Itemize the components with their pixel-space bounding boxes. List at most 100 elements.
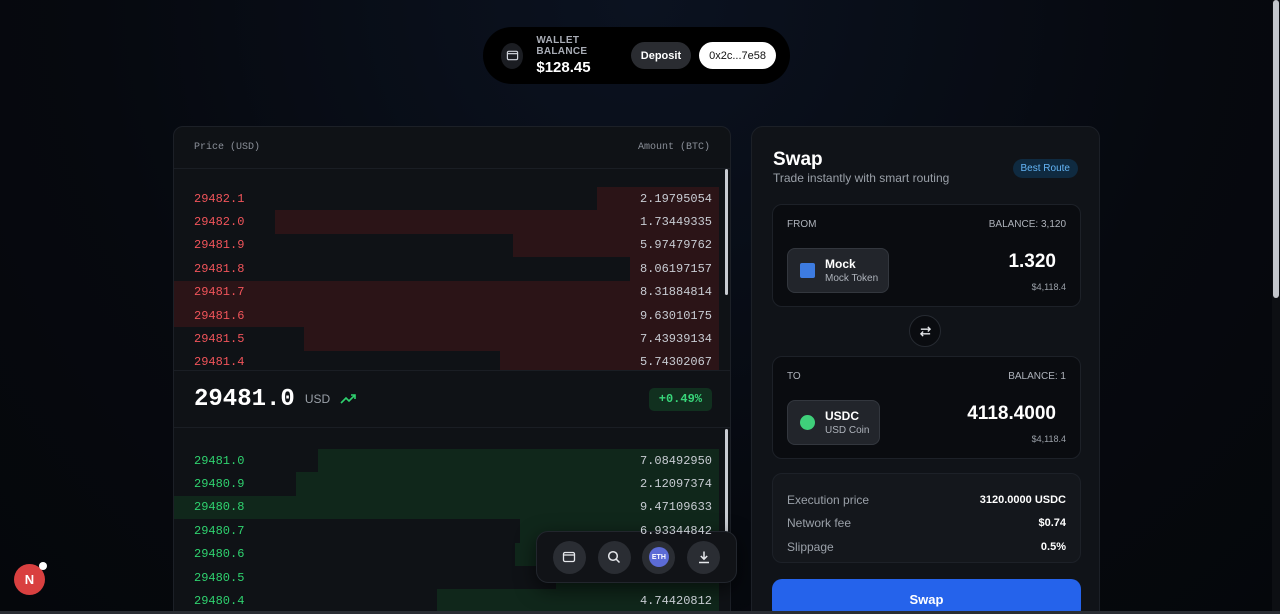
swap-details: Execution price 3120.0000 USDC Network f… xyxy=(772,473,1081,563)
bids-price: 29480.7 xyxy=(194,523,245,538)
asks-amount: 7.43939134 xyxy=(639,332,712,347)
bids-row[interactable]: 29480.8 9.47109633 xyxy=(174,495,730,520)
mid-price: 29481.0 xyxy=(194,385,295,413)
page-scrollbar-thumb[interactable] xyxy=(1273,0,1279,298)
to-token-symbol: USDC xyxy=(825,409,860,423)
from-label: FROM xyxy=(787,219,817,230)
asks-list[interactable]: 29482.1 2.19795054 29482.0 1.73449335 29481.… xyxy=(174,187,730,370)
bids-amount: 7.08492950 xyxy=(639,453,712,468)
to-token-name: USD Coin xyxy=(825,425,870,436)
from-amount-input[interactable]: 1.320 xyxy=(1008,251,1056,273)
bids-row[interactable]: 29481.0 7.08492950 xyxy=(174,449,730,473)
asks-price: 29482.0 xyxy=(194,215,245,230)
bids-amount: 2.12097374 xyxy=(639,477,712,492)
orderbook-header: Price (USD) Amount (BTC) xyxy=(174,127,730,169)
bids-price: 29480.5 xyxy=(194,570,245,585)
floating-dock: ETH xyxy=(536,531,737,583)
asks-amount: 5.97479762 xyxy=(639,238,712,253)
bids-amount: 6.93344842 xyxy=(639,523,712,538)
to-balance: BALANCE: 1 xyxy=(1008,371,1066,382)
notification-dot xyxy=(39,562,47,570)
to-usd-value: $4,118.4 xyxy=(1031,434,1066,444)
wallet-bar: WALLET BALANCE $128.45 Deposit 0x2c...7e… xyxy=(483,27,790,84)
wallet-icon[interactable] xyxy=(552,540,586,574)
detail-value: 0.5% xyxy=(1040,540,1066,553)
eth-badge: ETH xyxy=(648,547,669,567)
bids-price: 29480.9 xyxy=(194,477,245,492)
download-icon[interactable] xyxy=(687,540,721,574)
asks-price: 29481.6 xyxy=(194,308,245,323)
from-balance: BALANCE: 3,120 xyxy=(988,219,1066,230)
arrows-swap-icon xyxy=(919,325,931,337)
detail-row-execution-price: Execution price 3120.0000 USDC xyxy=(787,488,1066,512)
asks-price: 29481.7 xyxy=(194,285,245,300)
asks-amount: 9.63010175 xyxy=(639,308,712,323)
bids-row[interactable]: 29480.9 2.12097374 xyxy=(174,472,730,496)
wallet-balance: WALLET BALANCE $128.45 xyxy=(536,35,619,76)
swap-title: Swap xyxy=(773,149,823,170)
asks-row[interactable]: 29481.8 8.06197157 xyxy=(174,257,730,281)
search-icon[interactable] xyxy=(597,540,631,574)
detail-value: $0.74 xyxy=(1038,517,1066,530)
asks-row[interactable]: 29482.1 2.19795054 xyxy=(174,187,730,211)
asks-row[interactable]: 29481.7 8.31884814 xyxy=(174,280,730,304)
asks-row[interactable]: 29481.9 5.97479762 xyxy=(174,233,730,258)
bids-price: 29480.6 xyxy=(194,547,245,562)
wallet-address-button[interactable]: 0x2c...7e58 xyxy=(699,42,776,69)
asks-price: 29482.1 xyxy=(194,191,245,206)
wallet-balance-label: WALLET BALANCE xyxy=(536,35,588,57)
asks-row[interactable]: 29481.6 9.63010175 xyxy=(174,303,730,328)
to-label: TO xyxy=(787,371,801,382)
asks-price: 29481.5 xyxy=(194,332,245,347)
swap-subtitle: Trade instantly with smart routing xyxy=(773,171,950,185)
nextjs-dev-badge[interactable]: N xyxy=(14,562,47,595)
page-scrollbar[interactable] xyxy=(1272,0,1280,614)
bids-row[interactable]: 29480.4 4.74420812 xyxy=(174,589,730,613)
detail-key: Slippage xyxy=(787,539,834,554)
bids-price: 29480.4 xyxy=(194,594,245,609)
from-token-symbol: Mock xyxy=(825,257,856,271)
best-route-badge: Best Route xyxy=(1012,159,1078,178)
from-token-name: Mock Token xyxy=(825,273,879,284)
swap-panel: Swap Trade instantly with smart routing … xyxy=(751,126,1100,614)
detail-key: Network fee xyxy=(787,516,852,531)
bids-amount: 9.47109633 xyxy=(639,500,712,515)
asks-amount: 8.31884814 xyxy=(639,285,712,300)
mid-price-row: 29481.0 USD +0.49% xyxy=(174,370,730,428)
to-amount-output: 4118.4000 xyxy=(967,403,1056,424)
asks-amount: 8.06197157 xyxy=(639,261,712,276)
detail-key: Execution price xyxy=(787,492,870,507)
deposit-button[interactable]: Deposit xyxy=(630,42,692,69)
wallet-balance-amount: $128.45 xyxy=(536,59,591,76)
asks-amount: 5.74302067 xyxy=(639,355,712,370)
asks-row[interactable]: 29481.4 5.74302067 xyxy=(174,350,730,370)
detail-row-network-fee: Network fee $0.74 xyxy=(787,512,1066,536)
to-token-selector[interactable]: USDC USD Coin xyxy=(787,400,881,445)
from-usd-value: $4,118.4 xyxy=(1031,282,1066,292)
swap-direction-button[interactable] xyxy=(909,315,941,347)
from-token-selector[interactable]: Mock Mock Token xyxy=(787,248,890,293)
bids-price: 29480.8 xyxy=(194,500,245,515)
trending-up-icon xyxy=(340,393,356,405)
asks-depth-bar xyxy=(174,303,719,328)
asks-amount: 2.19795054 xyxy=(639,191,712,206)
detail-row-slippage: Slippage 0.5% xyxy=(787,535,1066,559)
asks-depth-bar xyxy=(174,280,719,304)
asks-row[interactable]: 29481.5 7.43939134 xyxy=(174,327,730,351)
bids-amount: 4.74420812 xyxy=(639,594,712,609)
eth-icon[interactable]: ETH xyxy=(642,540,676,574)
swap-button[interactable]: Swap xyxy=(772,579,1081,614)
nextjs-badge-letter: N xyxy=(24,572,35,587)
amount-column-header: Amount (BTC) xyxy=(637,142,710,153)
from-token-box: FROM BALANCE: 3,120 Mock Mock Token 1.32… xyxy=(772,204,1081,307)
usdc-token-icon xyxy=(800,415,815,430)
to-token-box: TO BALANCE: 1 USDC USD Coin 4118.4000 $4… xyxy=(772,356,1081,459)
asks-row[interactable]: 29482.0 1.73449335 xyxy=(174,210,730,234)
wallet-icon xyxy=(501,42,524,69)
detail-value: 3120.0000 USDC xyxy=(979,493,1066,506)
bids-scrollbar[interactable] xyxy=(725,429,728,539)
asks-scrollbar[interactable] xyxy=(725,169,728,295)
asks-price: 29481.4 xyxy=(194,355,245,370)
bids-list[interactable]: 29481.0 7.08492950 29480.9 2.12097374 29480.… xyxy=(174,449,730,614)
bids-depth-bar xyxy=(174,495,719,520)
